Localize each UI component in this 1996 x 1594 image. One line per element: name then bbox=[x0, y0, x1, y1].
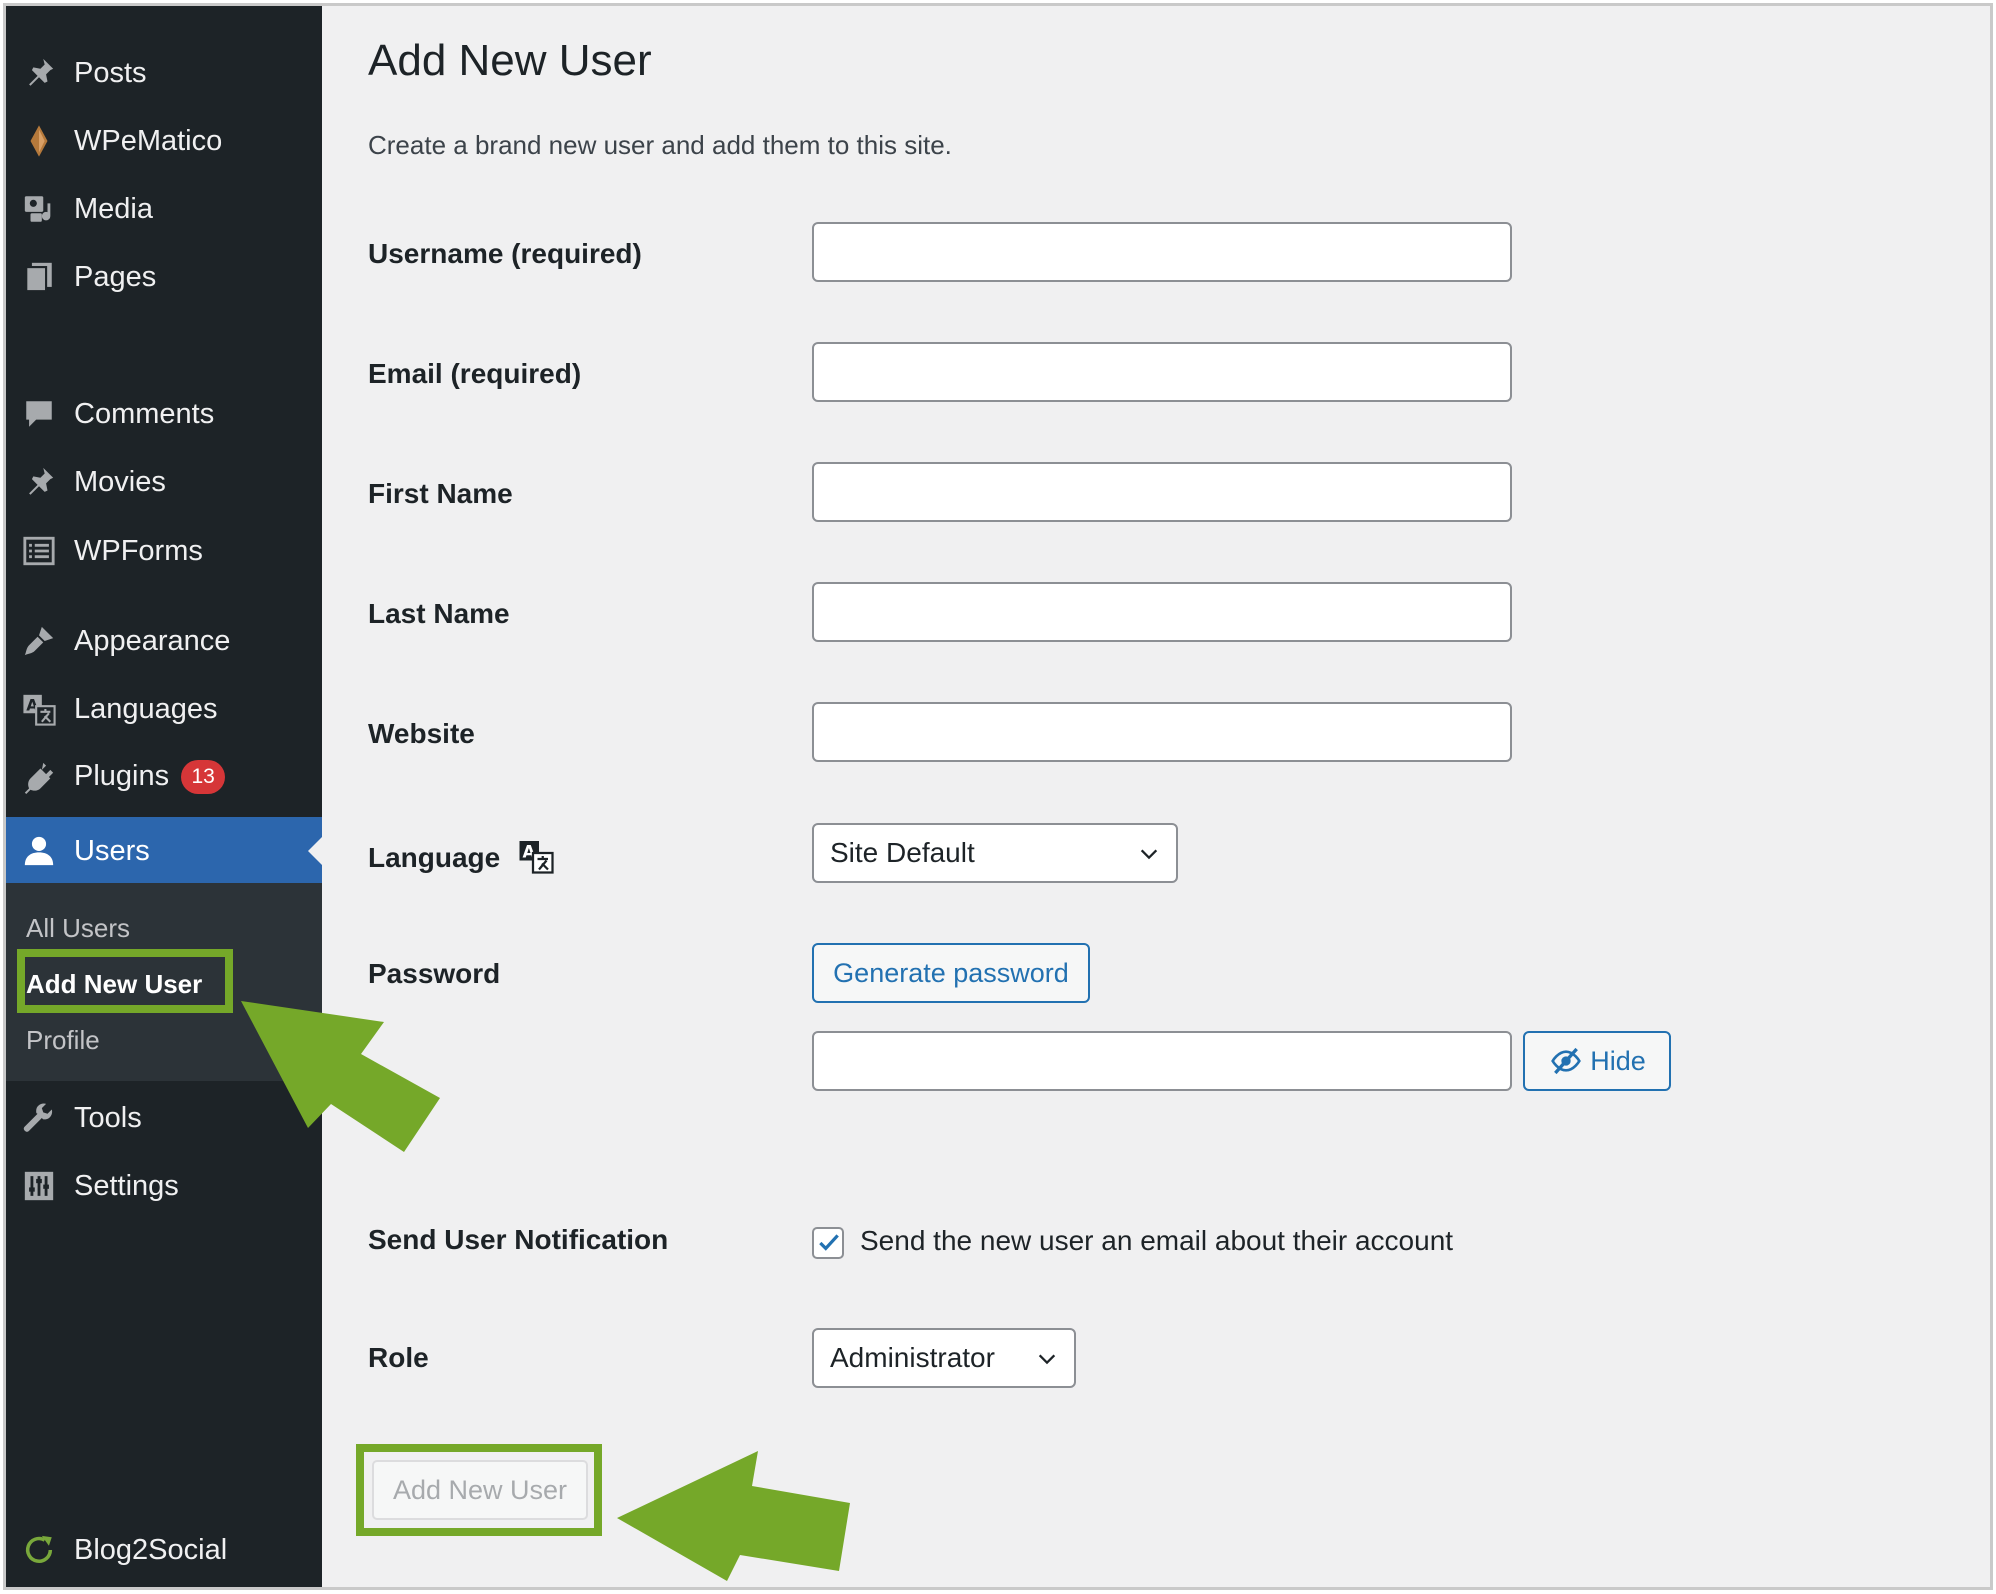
screenshot-frame: Posts WPeMatico Media Pages Comments Mov… bbox=[3, 3, 1993, 1590]
username-label: Username (required) bbox=[368, 238, 642, 269]
role-label: Role bbox=[368, 1342, 429, 1373]
website-input[interactable] bbox=[812, 702, 1512, 762]
refresh-icon bbox=[20, 1531, 58, 1569]
submenu-highlight-box bbox=[17, 949, 233, 1013]
sidebar-item-label: WPeMatico bbox=[74, 124, 223, 157]
email-input[interactable] bbox=[812, 342, 1512, 402]
submenu-item-all-users[interactable]: All Users bbox=[26, 913, 130, 944]
sidebar-item-label: Posts bbox=[74, 56, 147, 89]
sidebar-item-label: Pages bbox=[74, 260, 157, 293]
language-label: Language A bbox=[368, 838, 556, 881]
sidebar-item-media[interactable]: Media bbox=[6, 179, 322, 239]
sidebar-item-plugins[interactable]: Plugins 13 bbox=[6, 747, 322, 807]
annotation-arrow-icon bbox=[617, 1451, 850, 1581]
first-name-input[interactable] bbox=[812, 462, 1512, 522]
sidebar-item-languages[interactable]: A Languages bbox=[6, 679, 322, 739]
sidebar-item-pages[interactable]: Pages bbox=[6, 247, 322, 307]
sidebar-item-comments[interactable]: Comments bbox=[6, 384, 322, 444]
role-select-value: Administrator bbox=[830, 1342, 995, 1373]
comment-icon bbox=[20, 395, 58, 433]
username-input[interactable] bbox=[812, 222, 1512, 282]
email-label: Email (required) bbox=[368, 358, 582, 389]
sidebar-item-label: Blog2Social bbox=[74, 1533, 228, 1566]
sidebar-item-wpematico[interactable]: WPeMatico bbox=[6, 111, 322, 171]
sidebar-item-label: Media bbox=[74, 192, 153, 225]
sidebar-item-label: Settings bbox=[74, 1169, 179, 1202]
add-new-user-submit-button[interactable]: Add New User bbox=[372, 1460, 588, 1520]
wrench-icon bbox=[20, 1099, 58, 1137]
eye-slash-icon bbox=[1551, 1047, 1582, 1075]
page-intro: Create a brand new user and add them to … bbox=[368, 130, 952, 160]
submenu-item-profile[interactable]: Profile bbox=[26, 1025, 100, 1056]
website-label: Website bbox=[368, 718, 475, 749]
wpematico-icon bbox=[20, 122, 58, 160]
notification-label: Send User Notification bbox=[368, 1224, 669, 1255]
chevron-down-icon bbox=[1038, 1354, 1056, 1365]
brush-icon bbox=[20, 622, 58, 660]
sidebar-item-label: Plugins 13 bbox=[74, 760, 226, 795]
sidebar-item-users[interactable]: Users bbox=[6, 817, 322, 885]
sidebar-item-wpforms[interactable]: WPForms bbox=[6, 521, 322, 581]
language-select[interactable]: Site Default bbox=[812, 823, 1178, 883]
sidebar-item-movies[interactable]: Movies bbox=[6, 452, 322, 512]
sidebar-item-posts[interactable]: Posts bbox=[6, 43, 322, 103]
sidebar-item-blog2social[interactable]: Blog2Social bbox=[6, 1520, 322, 1580]
sliders-icon bbox=[20, 1167, 58, 1205]
role-select[interactable]: Administrator bbox=[812, 1328, 1076, 1388]
admin-sidebar: Posts WPeMatico Media Pages Comments Mov… bbox=[6, 6, 322, 1587]
sidebar-item-label: Appearance bbox=[74, 624, 231, 657]
sidebar-item-label: Movies bbox=[74, 465, 166, 498]
page-title: Add New User bbox=[368, 36, 652, 85]
last-name-input[interactable] bbox=[812, 582, 1512, 642]
notification-checkbox-label: Send the new user an email about their a… bbox=[860, 1225, 1454, 1256]
sidebar-item-label: Languages bbox=[74, 692, 218, 725]
chevron-down-icon bbox=[1140, 849, 1158, 860]
hide-password-label: Hide bbox=[1590, 1045, 1646, 1076]
plugin-icon bbox=[20, 758, 58, 796]
notification-checkbox[interactable] bbox=[812, 1227, 844, 1259]
plugins-update-badge: 13 bbox=[181, 760, 226, 795]
forms-icon bbox=[20, 532, 58, 570]
annotation-arrow-icon bbox=[241, 1001, 440, 1152]
password-input[interactable] bbox=[812, 1031, 1512, 1091]
sidebar-item-label: Tools bbox=[74, 1101, 142, 1134]
last-name-label: Last Name bbox=[368, 598, 510, 629]
sidebar-item-label: Comments bbox=[74, 397, 215, 430]
translate-icon: A bbox=[20, 690, 58, 728]
hide-password-button[interactable]: Hide bbox=[1523, 1031, 1671, 1091]
pages-icon bbox=[20, 258, 58, 296]
pin-icon bbox=[20, 54, 58, 92]
translate-icon: A bbox=[516, 838, 556, 881]
user-icon bbox=[20, 832, 58, 870]
language-select-value: Site Default bbox=[830, 837, 975, 868]
first-name-label: First Name bbox=[368, 478, 513, 509]
media-icon bbox=[20, 190, 58, 228]
checkmark-icon bbox=[819, 1234, 839, 1251]
sidebar-item-label: WPForms bbox=[74, 534, 203, 567]
sidebar-item-appearance[interactable]: Appearance bbox=[6, 611, 322, 671]
password-label: Password bbox=[368, 958, 501, 989]
sidebar-item-label: Users bbox=[74, 834, 150, 867]
generate-password-button[interactable]: Generate password bbox=[812, 943, 1090, 1003]
pin-icon bbox=[20, 463, 58, 501]
